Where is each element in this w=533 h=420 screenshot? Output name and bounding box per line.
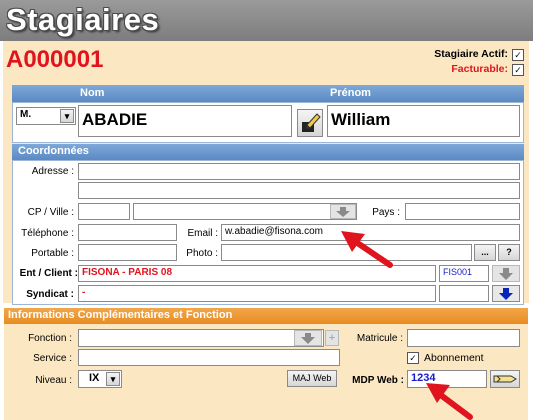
mdp-web-send-button[interactable]	[490, 370, 520, 388]
edit-pencil-button[interactable]	[297, 109, 323, 137]
niveau-select[interactable]: IX ▾	[78, 370, 122, 388]
syndicat-input[interactable]: -	[78, 285, 436, 302]
ent-client-label: Ent / Client :	[19, 268, 78, 279]
matricule-label: Matricule :	[356, 333, 403, 344]
identity-header-bar: Nom Prénom	[12, 85, 524, 102]
pencil-icon	[302, 113, 321, 132]
coordonnees-header-bar: Coordonnées	[12, 144, 524, 160]
complementaires-header-bar: Informations Complémentaires et Fonction	[4, 308, 528, 324]
syndicat-code[interactable]	[439, 285, 489, 302]
check-icon: ✓	[514, 65, 522, 75]
nom-header: Nom	[80, 87, 105, 99]
fonction-lookup-button[interactable]	[294, 330, 322, 346]
fonction-input[interactable]	[78, 329, 324, 347]
prenom-header: Prénom	[330, 87, 371, 99]
ent-client-code[interactable]: FIS001	[439, 265, 489, 282]
ville-lookup-button[interactable]	[330, 204, 356, 219]
mdp-web-input[interactable]: 1234	[407, 370, 487, 388]
check-icon: ✓	[409, 353, 417, 363]
stagiaire-actif-checkbox[interactable]: ✓	[512, 49, 524, 61]
arrow-down-icon	[301, 333, 315, 344]
mdp-web-label: MDP Web :	[352, 375, 404, 386]
arrow-down-icon	[499, 288, 513, 300]
niveau-value: IX	[89, 372, 100, 384]
help-button[interactable]: ?	[498, 244, 520, 261]
matricule-input[interactable]	[407, 329, 520, 347]
arrow-down-icon	[499, 268, 513, 280]
prenom-input[interactable]: William	[327, 105, 520, 137]
complementaires-header: Informations Complémentaires et Fonction	[8, 309, 233, 321]
coordonnees-header: Coordonnées	[18, 145, 89, 157]
telephone-input[interactable]	[78, 224, 177, 241]
photo-input[interactable]	[221, 244, 472, 261]
fonction-label: Fonction :	[28, 333, 72, 344]
civilite-value: M.	[20, 109, 32, 120]
window-title: Stagiaires	[6, 2, 160, 37]
service-label: Service :	[33, 353, 72, 364]
arrow-down-icon	[336, 207, 350, 217]
cp-input[interactable]	[78, 203, 130, 220]
adresse-line2-input[interactable]	[78, 182, 520, 199]
facturable-label: Facturable:	[451, 63, 508, 75]
syndicat-lookup-button[interactable]	[492, 285, 520, 302]
maj-web-button[interactable]: MAJ Web	[287, 370, 337, 387]
adresse-line1-input[interactable]	[78, 163, 520, 180]
record-id: A000001	[6, 46, 104, 73]
ent-client-lookup-button[interactable]	[492, 265, 520, 282]
syndicat-label: Syndicat :	[26, 289, 74, 300]
ville-input[interactable]	[133, 203, 357, 220]
send-icon	[493, 375, 517, 383]
fonction-add-button[interactable]: +	[325, 330, 339, 346]
nom-input[interactable]: ABADIE	[78, 105, 292, 137]
pays-label: Pays :	[372, 207, 400, 218]
chevron-down-icon[interactable]: ▾	[106, 372, 120, 386]
pays-input[interactable]	[405, 203, 520, 220]
email-label: Email :	[187, 228, 218, 239]
civilite-select[interactable]: M. ▾	[16, 107, 76, 125]
portable-label: Portable :	[31, 248, 74, 259]
niveau-label: Niveau :	[35, 375, 72, 386]
adresse-label: Adresse :	[31, 166, 74, 177]
chevron-down-icon[interactable]: ▾	[60, 109, 74, 123]
ent-client-input[interactable]: FISONA - PARIS 08	[78, 265, 436, 282]
check-icon: ✓	[514, 50, 522, 60]
email-input[interactable]: w.abadie@fisona.com	[221, 224, 520, 241]
photo-label: Photo :	[186, 248, 218, 259]
stagiaire-actif-label: Stagiaire Actif:	[434, 48, 508, 60]
service-input[interactable]	[78, 349, 340, 366]
photo-browse-button[interactable]: ...	[474, 244, 496, 261]
telephone-label: Téléphone :	[21, 228, 74, 239]
abonnement-checkbox[interactable]: ✓	[407, 352, 419, 364]
abonnement-label: Abonnement	[424, 352, 484, 364]
facturable-checkbox[interactable]: ✓	[512, 64, 524, 76]
cp-ville-label: CP / Ville :	[27, 207, 74, 218]
portable-input[interactable]	[78, 244, 177, 261]
